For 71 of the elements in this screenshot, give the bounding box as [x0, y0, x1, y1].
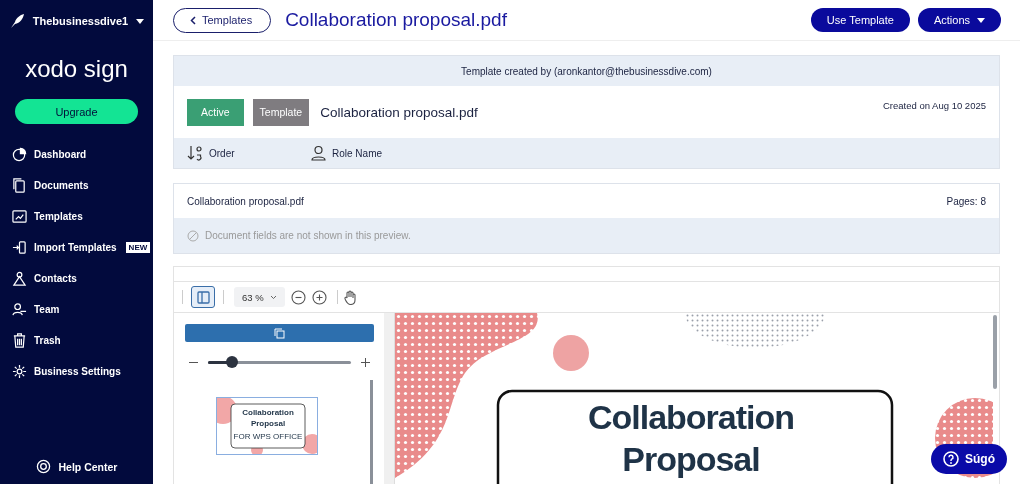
sidebar-item[interactable]: Import Templates NEW [12, 238, 153, 256]
pie-chart-icon [12, 146, 27, 162]
feather-icon [8, 13, 25, 29]
thumbnail-size-slider[interactable] [207, 356, 351, 368]
sidebar-item[interactable]: Contacts [12, 269, 153, 287]
status-badge: Active [187, 98, 244, 126]
new-badge: NEW [125, 241, 151, 253]
question-icon [943, 451, 959, 467]
hand-icon[interactable] [343, 289, 358, 305]
plus-icon[interactable] [360, 357, 370, 367]
zoom-in-icon[interactable] [311, 289, 327, 305]
sidebar-item[interactable]: Business Settings [12, 362, 153, 380]
sidebar-item-label: Import Templates [34, 241, 117, 253]
sidebar-item[interactable]: Documents [12, 176, 153, 194]
account-menu[interactable]: Thebusinessdive1 [8, 13, 145, 29]
sidebar-item-label: Contacts [34, 272, 77, 284]
trash-icon [12, 332, 27, 348]
template-icon [12, 208, 27, 224]
file-name: Collaboration proposal.pdf [187, 195, 304, 207]
sidebar-item[interactable]: Team [12, 300, 153, 318]
creator-text: Template created by (aronkantor@thebusinessdive.com) [461, 65, 712, 77]
lifebuoy-icon [35, 459, 51, 474]
page-title-text: Collaboration [587, 398, 795, 436]
slider-thumb[interactable] [225, 356, 238, 368]
upgrade-button[interactable]: Upgrade [15, 99, 138, 124]
caret-icon [977, 17, 985, 23]
sidebar-item-label: Documents [34, 179, 89, 191]
created-date: Created on Aug 10 2025 [883, 100, 986, 111]
page-title-text: Proposal [622, 440, 760, 478]
team-icon [12, 301, 27, 317]
thumbnail-text: Collaboration [242, 408, 294, 417]
chevron-down-icon [269, 294, 277, 300]
import-icon [12, 239, 27, 255]
chevron-left-icon [190, 15, 196, 25]
sidebar-item[interactable]: Dashboard [12, 145, 153, 163]
panel-toggle-button[interactable] [191, 286, 215, 308]
sidebar-item-label: Team [34, 303, 60, 315]
sidebar-item-label: Dashboard [34, 148, 87, 160]
caret-icon [136, 18, 145, 24]
notice-text: Document fields are not shown in this preview. [205, 230, 411, 241]
actions-button[interactable]: Actions [917, 8, 1001, 32]
contacts-icon [12, 270, 27, 286]
person-icon [311, 145, 326, 161]
documents-icon [12, 177, 27, 193]
sidebar-item-label: Business Settings [34, 365, 121, 377]
pages-icon [273, 327, 285, 339]
logo: xodo sign [25, 55, 128, 83]
blocked-icon [187, 229, 199, 242]
page-title: Collaboration proposal.pdf [285, 9, 507, 31]
back-button[interactable]: Templates [173, 7, 272, 33]
template-name: Collaboration proposal.pdf [320, 104, 478, 120]
sidebar-item[interactable]: Trash [12, 331, 153, 349]
sidebar-item[interactable]: Templates [12, 207, 153, 225]
page-thumbnail[interactable]: Collaboration Proposal FOR WPS OFFICE [216, 397, 318, 455]
sidebar-item-label: Trash [34, 334, 61, 346]
gear-icon [12, 363, 27, 379]
thumbnail-text: FOR WPS OFFICE [233, 432, 303, 441]
use-template-button[interactable]: Use Template [810, 8, 910, 32]
type-badge: Template [252, 98, 310, 126]
sidebar-panel-icon [196, 290, 210, 304]
column-header: Order [209, 147, 235, 159]
zoom-out-icon[interactable] [290, 289, 306, 305]
column-header: Role Name [332, 147, 383, 159]
sidebar-item-label: Templates [34, 210, 83, 222]
help-center-link[interactable]: Help Center [35, 459, 118, 474]
sort-icon [187, 145, 203, 161]
help-button[interactable]: Súgó [931, 444, 1007, 474]
thumbnail-text: Proposal [250, 419, 286, 428]
page-count: Pages: 8 [946, 195, 986, 207]
zoom-dropdown[interactable]: 63 % [234, 287, 285, 307]
thumbnail-options-button[interactable] [184, 324, 374, 342]
